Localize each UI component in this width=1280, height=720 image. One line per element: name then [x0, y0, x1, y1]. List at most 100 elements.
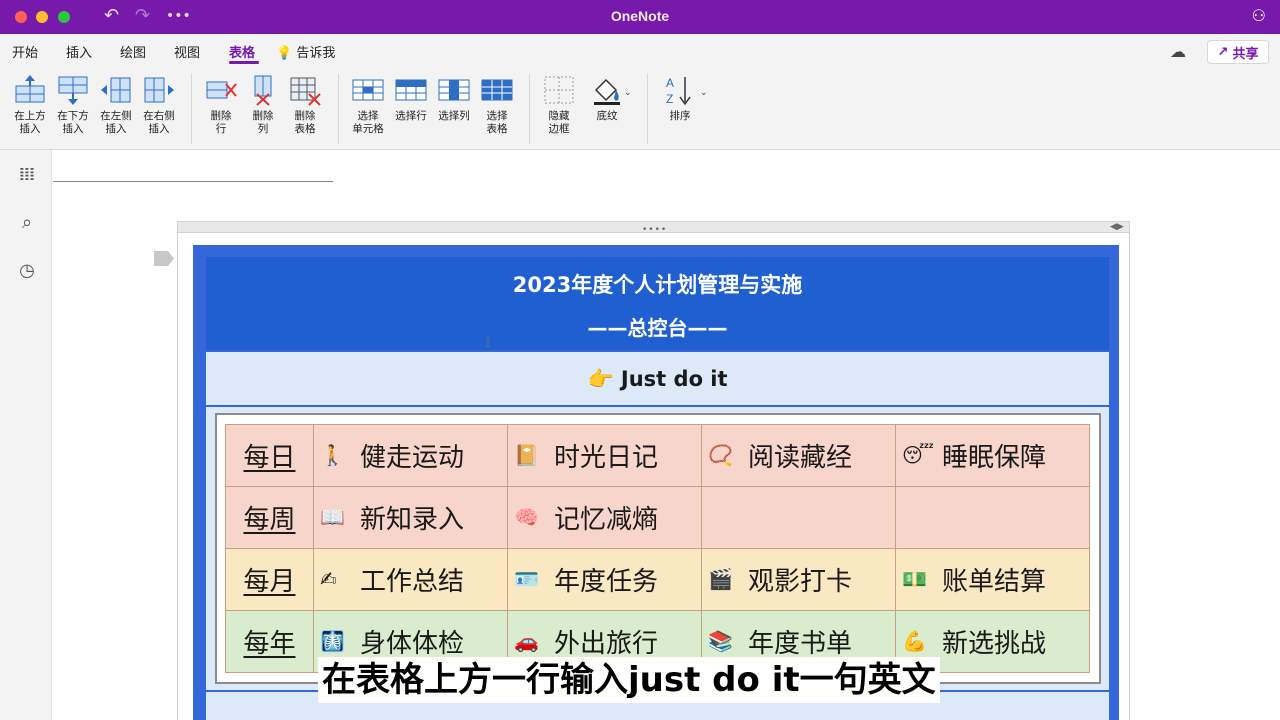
car-icon: 🚗 [514, 629, 539, 653]
tell-me-search[interactable]: 💡 告诉我 [276, 42, 335, 61]
table-cell[interactable]: 🎬 观影打卡 [701, 548, 896, 611]
page-title-line[interactable] [53, 181, 333, 182]
sync-cloud-icon[interactable]: ☁ [1170, 42, 1186, 61]
writing-hand-icon: ✍ [320, 567, 337, 591]
insert-left-button[interactable]: 在左侧 插入 [96, 74, 136, 136]
plan-subtitle: ——总控台—— [587, 316, 728, 340]
table-cell[interactable]: ✍ 工作总结 [313, 548, 508, 611]
motto-line: 👉 Just do it [206, 367, 1109, 392]
beads-icon: 📿 [708, 443, 733, 467]
table-cell[interactable]: 🪪 年度任务 [507, 548, 702, 611]
insert-above-button[interactable]: 在上方 插入 [10, 74, 50, 136]
search-icon[interactable]: ⌕ [16, 212, 38, 234]
table-cell[interactable]: 🧠 记忆减熵 [507, 486, 702, 549]
cell-text: 观影打卡 [748, 567, 853, 597]
tab-home[interactable]: 开始 [12, 42, 38, 61]
tab-table[interactable]: 表格 [229, 42, 255, 61]
select-cell-button[interactable]: 选择 单元格 [348, 74, 388, 136]
select-table-button[interactable]: 选择 表格 [477, 74, 517, 136]
insert-above-icon [15, 75, 45, 103]
row-label-weekly[interactable]: 每周 [225, 486, 314, 549]
table-cell[interactable]: 📿 阅读藏经 [701, 424, 896, 487]
motto-text: Just do it [620, 367, 728, 391]
share-button[interactable]: ↗ 共享 [1207, 40, 1269, 64]
shading-dropdown-chevron-icon[interactable]: ⌄ [624, 88, 632, 98]
ribbon-separator [529, 74, 530, 144]
table-cell[interactable]: 📖 新知录入 [313, 486, 508, 549]
container-resize-icon[interactable]: ◀▶ [1110, 222, 1124, 232]
delete-column-icon [254, 75, 272, 106]
cell-text: 年度任务 [554, 567, 659, 597]
table-row-monthly: 每月 ✍ 工作总结 🪪 年度任务 🎬 观影打卡 💵 账单结算 [225, 548, 1090, 611]
hide-borders-button[interactable]: 隐藏 边框 [539, 74, 579, 136]
select-row-button[interactable]: 选择行 [391, 74, 431, 123]
ribbon-separator [647, 74, 648, 144]
sort-dropdown-chevron-icon[interactable]: ⌄ [700, 88, 708, 98]
table-cell[interactable]: 🚶 健走运动 [313, 424, 508, 487]
table-cell-empty[interactable] [701, 486, 896, 549]
table-cell[interactable]: 😴 睡眠保障 [895, 424, 1090, 487]
delete-table-label: 删除 表格 [294, 110, 316, 135]
books-icon: 📚 [708, 629, 733, 653]
x-ray-icon: 🩻 [320, 629, 345, 653]
paragraph-handle[interactable] [154, 251, 174, 266]
money-icon: 💵 [902, 567, 927, 591]
table-cell[interactable]: 💵 账单结算 [895, 548, 1090, 611]
select-cell-icon [352, 79, 384, 101]
ribbon-separator [191, 74, 192, 144]
video-caption: 在表格上方一行输入just do it一句英文 [318, 657, 940, 703]
table-cell-empty[interactable] [895, 486, 1090, 549]
schedule-grid: 每日 🚶 健走运动 📔 时光日记 📿 阅读藏经 😴 睡眠保障 每周 📖 新知录入 🧠 记忆减… [225, 424, 1090, 673]
ribbon-tabs: 开始 插入 绘图 视图 表格 💡 告诉我 ☁ ↗ 共享 [0, 34, 1280, 68]
table-cell[interactable]: 📔 时光日记 [507, 424, 702, 487]
shading-label: 底纹 [596, 110, 618, 122]
select-table-label: 选择 表格 [486, 110, 508, 135]
tell-me-label: 告诉我 [296, 46, 336, 61]
insert-below-icon [58, 76, 88, 105]
tab-view[interactable]: 视图 [174, 42, 200, 61]
cell-text: 记忆减熵 [554, 505, 659, 535]
delete-table-button[interactable]: 删除 表格 [285, 74, 325, 136]
id-card-icon: 🪪 [514, 567, 539, 591]
tab-insert[interactable]: 插入 [66, 42, 92, 61]
app-title: OneNote [610, 8, 670, 24]
row-label-monthly[interactable]: 每月 [225, 548, 314, 611]
shading-button[interactable]: 底纹 [587, 74, 627, 123]
select-column-icon [438, 79, 470, 101]
insert-right-label: 在右侧 插入 [143, 110, 175, 135]
insert-right-icon [144, 77, 174, 103]
select-row-label: 选择行 [395, 110, 427, 122]
sort-label: 排序 [669, 110, 691, 122]
cell-text: 新选挑战 [942, 629, 1047, 659]
row-label-yearly[interactable]: 每年 [225, 610, 314, 673]
motto-cell[interactable]: 👉 Just do it [206, 352, 1109, 405]
delete-row-button[interactable]: 删除 行 [201, 74, 241, 136]
notebooks-icon[interactable]: 𝍖 [16, 164, 38, 186]
insert-below-button[interactable]: 在下方 插入 [53, 74, 93, 136]
navigation-rail: 𝍖 ⌕ ◷ [0, 150, 52, 720]
table-row-daily: 每日 🚶 健走运动 📔 时光日记 📿 阅读藏经 😴 睡眠保障 [225, 424, 1090, 487]
delete-column-button[interactable]: 删除 列 [243, 74, 283, 136]
tab-draw[interactable]: 绘图 [120, 42, 146, 61]
select-row-icon [395, 79, 427, 101]
cell-text: 时光日记 [554, 443, 659, 473]
insert-left-icon [101, 77, 131, 103]
account-icon[interactable]: ⚇ [1252, 6, 1266, 25]
paint-bucket-icon [594, 78, 620, 105]
cell-text: 身体体检 [360, 629, 465, 659]
plan-table-header[interactable]: 2023年度个人计划管理与实施 ——总控台—— [206, 257, 1109, 350]
ribbon-toolbar: 在上方 插入 在下方 插入 在左侧 插入 在右侧 插入 删除 行 删除 列 删除… [0, 68, 1280, 150]
delete-row-label: 删除 行 [210, 110, 232, 135]
sort-button[interactable]: A Z 排序 [660, 74, 700, 123]
walking-icon: 🚶 [320, 443, 345, 467]
sleeping-face-icon: 😴 [902, 443, 935, 467]
open-book-icon: 📖 [320, 505, 345, 529]
row-label-daily[interactable]: 每日 [225, 424, 314, 487]
cell-text: 年度书单 [748, 629, 853, 659]
insert-right-button[interactable]: 在右侧 插入 [139, 74, 179, 136]
sort-icon: A Z [666, 76, 691, 106]
recent-clock-icon[interactable]: ◷ [16, 260, 38, 282]
share-label: 共享 [1232, 46, 1259, 62]
select-column-button[interactable]: 选择列 [434, 74, 474, 123]
hide-borders-label: 隐藏 边框 [548, 110, 570, 135]
